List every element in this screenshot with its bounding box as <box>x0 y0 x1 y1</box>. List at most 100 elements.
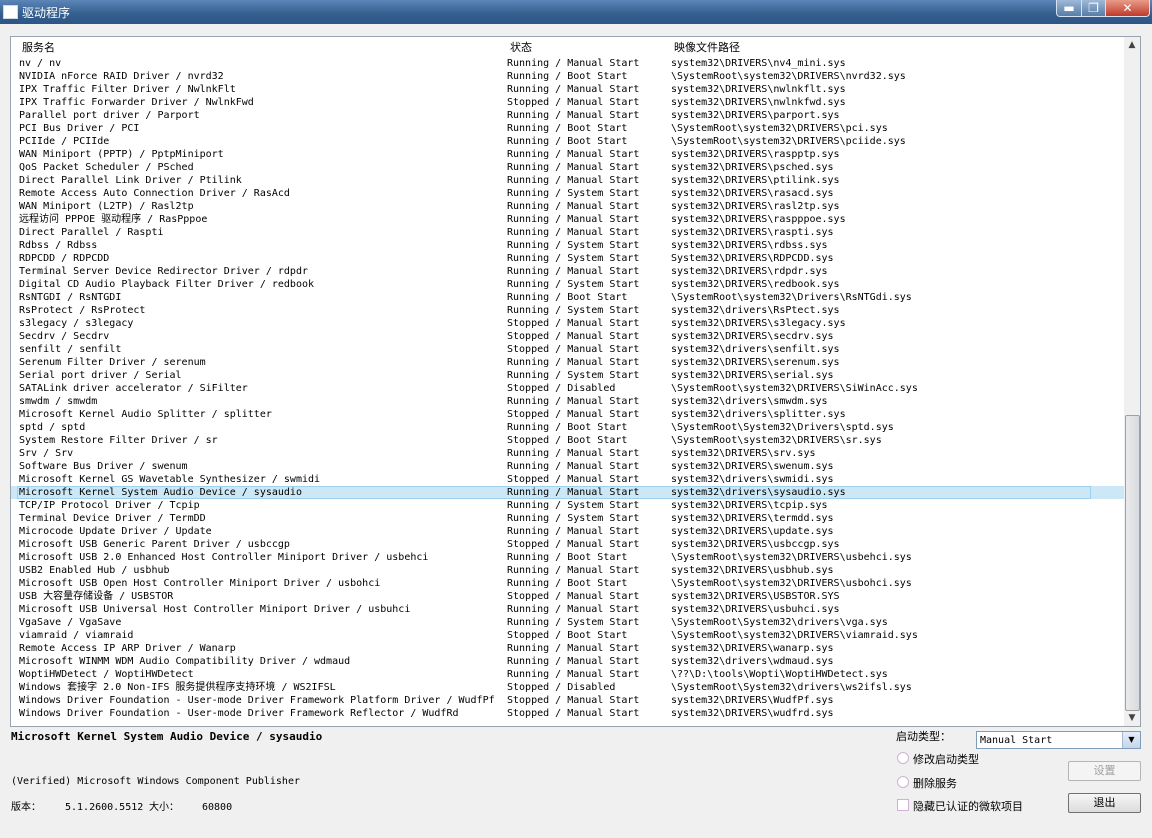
table-row[interactable]: Microsoft USB Open Host Controller Minip… <box>11 577 1124 590</box>
table-row[interactable]: senfilt / senfilt Stopped / Manual Start s… <box>11 343 1124 356</box>
scroll-down-icon[interactable]: ▼ <box>1124 710 1140 726</box>
row-status: Running / Boot Start <box>507 422 628 433</box>
table-row[interactable]: RsNTGDI / RsNTGDI Running / Boot Start \Sy… <box>11 291 1124 304</box>
delete-radio[interactable] <box>897 776 909 788</box>
row-path: system32\DRIVERS\WudfPf.sys <box>671 695 834 706</box>
row-path: system32\drivers\smwdm.sys <box>671 396 828 407</box>
row-name: WAN Miniport (L2TP) / Rasl2tp <box>19 201 194 212</box>
table-row[interactable]: Secdrv / Secdrv Stopped / Manual Start sys… <box>11 330 1124 343</box>
table-row[interactable]: sptd / sptd Running / Boot Start \SystemRo… <box>11 421 1124 434</box>
table-row[interactable]: WAN Miniport (L2TP) / Rasl2tp Running / M… <box>11 200 1124 213</box>
table-row[interactable]: Windows 套接字 2.0 Non-IFS 服务提供程序支持环境 / WS2… <box>11 681 1124 694</box>
version-label: 版本： <box>11 802 41 813</box>
row-path: system32\DRIVERS\nwlnkflt.sys <box>671 84 846 95</box>
table-row[interactable]: Microsoft WINMM WDM Audio Compatibility … <box>11 655 1124 668</box>
table-row[interactable]: WAN Miniport (PPTP) / PptpMiniport Runnin… <box>11 148 1124 161</box>
table-row[interactable]: Srv / Srv Running / Manual Start system32\… <box>11 447 1124 460</box>
modify-radio[interactable] <box>897 752 909 764</box>
table-row[interactable]: Remote Access Auto Connection Driver / R… <box>11 187 1124 200</box>
table-row[interactable]: TCP/IP Protocol Driver / Tcpip Running / … <box>11 499 1124 512</box>
row-name: WoptiHWDetect / WoptiHWDetect <box>19 669 194 680</box>
table-row[interactable]: Microsoft USB Generic Parent Driver / us… <box>11 538 1124 551</box>
hide-ms-items-option[interactable]: 隐藏已认证的微软项目 <box>897 798 1023 814</box>
column-header-status[interactable]: 状态 <box>510 39 532 55</box>
table-row[interactable]: Terminal Device Driver / TermDD Running /… <box>11 512 1124 525</box>
table-row[interactable]: Microcode Update Driver / Update Running … <box>11 525 1124 538</box>
table-row[interactable]: Serenum Filter Driver / serenum Running /… <box>11 356 1124 369</box>
table-row[interactable]: s3legacy / s3legacy Stopped / Manual Star… <box>11 317 1124 330</box>
table-row[interactable]: PCI Bus Driver / PCI Running / Boot Start… <box>11 122 1124 135</box>
table-row[interactable]: VgaSave / VgaSave Running / System Start \… <box>11 616 1124 629</box>
close-button[interactable]: ✕ <box>1105 0 1150 17</box>
row-path: system32\DRIVERS\raspppoe.sys <box>671 214 846 225</box>
row-status: Running / Manual Start <box>507 110 640 121</box>
chevron-down-icon[interactable]: ▼ <box>1122 732 1140 748</box>
table-row[interactable]: IPX Traffic Forwarder Driver / NwlnkFwd S… <box>11 96 1124 109</box>
table-row[interactable]: Microsoft Kernel Audio Splitter / splitt… <box>11 408 1124 421</box>
row-name: Terminal Server Device Redirector Driver… <box>19 266 308 277</box>
table-row[interactable]: System Restore Filter Driver / sr Stopped… <box>11 434 1124 447</box>
driver-list[interactable]: 服务名 状态 映像文件路径 nv / nv Running / Manual St… <box>10 36 1141 727</box>
minimize-button[interactable]: ▬ <box>1056 0 1082 17</box>
table-row[interactable]: USB 大容量存储设备 / USBSTOR Stopped / Manual St… <box>11 590 1124 603</box>
table-row[interactable]: Parallel port driver / Parport Running / … <box>11 109 1124 122</box>
table-row[interactable]: Windows Driver Foundation - User-mode Dr… <box>11 694 1124 707</box>
row-name: RsNTGDI / RsNTGDI <box>19 292 122 303</box>
table-row[interactable]: WoptiHWDetect / WoptiHWDetect Running / M… <box>11 668 1124 681</box>
row-status: Running / Boot Start <box>507 292 628 303</box>
row-name: Serial port driver / Serial <box>19 370 182 381</box>
table-row[interactable]: Microsoft Kernel GS Wavetable Synthesize… <box>11 473 1124 486</box>
table-row[interactable]: nv / nv Running / Manual Start system32\DR… <box>11 57 1124 70</box>
start-type-select[interactable]: Manual Start ▼ <box>976 731 1141 749</box>
table-row[interactable]: QoS Packet Scheduler / PSched Running / M… <box>11 161 1124 174</box>
table-row[interactable]: Direct Parallel Link Driver / Ptilink Run… <box>11 174 1124 187</box>
row-name: IPX Traffic Forwarder Driver / NwlnkFwd <box>19 97 254 108</box>
table-row[interactable]: PCIIde / PCIIde Running / Boot Start \Syst… <box>11 135 1124 148</box>
hide-ms-label: 隐藏已认证的微软项目 <box>913 800 1023 813</box>
table-row[interactable]: smwdm / smwdm Running / Manual Start syste… <box>11 395 1124 408</box>
scroll-thumb[interactable] <box>1125 415 1140 711</box>
table-row[interactable]: USB2 Enabled Hub / usbhub Running / Manua… <box>11 564 1124 577</box>
column-header-path[interactable]: 映像文件路径 <box>674 39 740 55</box>
vertical-scrollbar[interactable]: ▲ ▼ <box>1124 37 1140 726</box>
table-row[interactable]: Direct Parallel / Raspti Running / Manual… <box>11 226 1124 239</box>
modify-start-type-option[interactable]: 修改启动类型 <box>897 751 979 767</box>
table-row[interactable]: NVIDIA nForce RAID Driver / nvrd32 Runnin… <box>11 70 1124 83</box>
table-row[interactable]: Serial port driver / Serial Running / Sys… <box>11 369 1124 382</box>
table-row[interactable]: Windows Driver Foundation - User-mode Dr… <box>11 707 1124 720</box>
row-name: SATALink driver accelerator / SiFilter <box>19 383 248 394</box>
modify-label: 修改启动类型 <box>913 753 979 766</box>
row-path: system32\DRIVERS\wudfrd.sys <box>671 708 834 719</box>
set-button[interactable]: 设置 <box>1068 761 1141 781</box>
column-header-name[interactable]: 服务名 <box>22 39 55 55</box>
table-row[interactable]: Microsoft USB 2.0 Enhanced Host Controll… <box>11 551 1124 564</box>
row-name: RDPCDD / RDPCDD <box>19 253 110 264</box>
row-path: system32\DRIVERS\srv.sys <box>671 448 816 459</box>
row-status: Stopped / Manual Start <box>507 97 640 108</box>
table-row[interactable]: 远程访问 PPPOE 驱动程序 / RasPppoe Running / Manu… <box>11 213 1124 226</box>
table-row[interactable]: RDPCDD / RDPCDD Running / System Start Sys… <box>11 252 1124 265</box>
row-name: Digital CD Audio Playback Filter Driver … <box>19 279 315 290</box>
delete-service-option[interactable]: 删除服务 <box>897 775 957 791</box>
table-row[interactable]: Terminal Server Device Redirector Driver… <box>11 265 1124 278</box>
scroll-up-icon[interactable]: ▲ <box>1124 37 1140 53</box>
maximize-button[interactable]: ❐ <box>1081 0 1106 17</box>
table-row[interactable]: Rdbss / Rdbss Running / System Start syste… <box>11 239 1124 252</box>
table-row[interactable]: Microsoft USB Universal Host Controller … <box>11 603 1124 616</box>
table-row[interactable]: Digital CD Audio Playback Filter Driver … <box>11 278 1124 291</box>
table-row[interactable]: Remote Access IP ARP Driver / Wanarp Runn… <box>11 642 1124 655</box>
table-row[interactable]: viamraid / viamraid Stopped / Boot Start \… <box>11 629 1124 642</box>
row-path: \SystemRoot\system32\DRIVERS\pci.sys <box>671 123 888 134</box>
table-row[interactable]: Software Bus Driver / swenum Running / Ma… <box>11 460 1124 473</box>
hide-ms-checkbox[interactable] <box>897 799 909 811</box>
row-name: Microsoft WINMM WDM Audio Compatibility … <box>19 656 351 667</box>
table-row[interactable]: SATALink driver accelerator / SiFilter St… <box>11 382 1124 395</box>
row-status: Running / System Start <box>507 617 640 628</box>
table-row[interactable]: RsProtect / RsProtect Running / System St… <box>11 304 1124 317</box>
table-row[interactable]: Microsoft Kernel System Audio Device / s… <box>11 486 1124 499</box>
row-path: system32\DRIVERS\serenum.sys <box>671 357 840 368</box>
start-type-value: Manual Start <box>980 735 1053 746</box>
exit-button[interactable]: 退出 <box>1068 793 1141 813</box>
table-row[interactable]: IPX Traffic Filter Driver / NwlnkFlt Runn… <box>11 83 1124 96</box>
row-path: system32\DRIVERS\tcpip.sys <box>671 500 828 511</box>
